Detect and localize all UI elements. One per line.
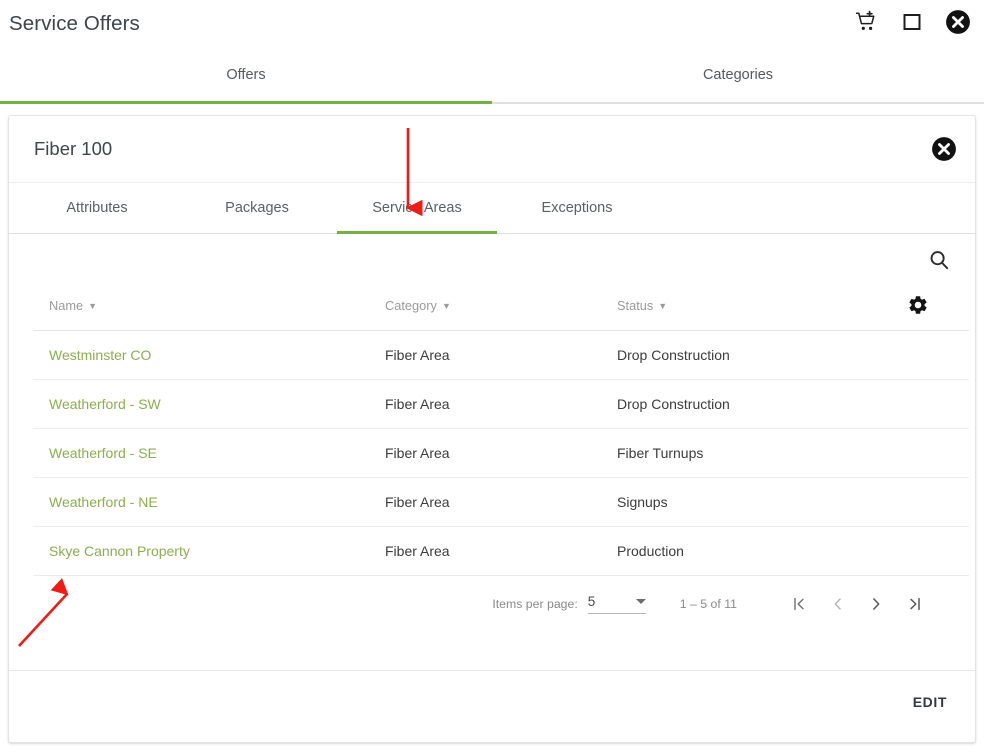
column-header-status[interactable]: Status ▼ bbox=[617, 294, 907, 331]
cell-status: Signups bbox=[617, 477, 907, 527]
next-page-button[interactable] bbox=[857, 585, 895, 623]
cell-actions bbox=[907, 379, 969, 429]
service-areas-table: Name ▼ Category ▼ Status ▼ Westminster C… bbox=[33, 294, 969, 576]
table-row[interactable]: Skye Cannon Property Fiber Area Producti… bbox=[33, 526, 969, 576]
subtab-service-areas-label: Service Areas bbox=[372, 200, 462, 216]
card-subtabs: Attributes Packages Service Areas Except… bbox=[9, 182, 975, 234]
table-head: Name ▼ Category ▼ Status ▼ bbox=[33, 294, 969, 331]
edit-button[interactable]: EDIT bbox=[903, 686, 957, 718]
items-per-page-select[interactable]: 5 bbox=[587, 594, 646, 614]
table-row[interactable]: Weatherford - SE Fiber Area Fiber Turnup… bbox=[33, 428, 969, 478]
table-row[interactable]: Weatherford - NE Fiber Area Signups bbox=[33, 477, 969, 527]
cell-category: Fiber Area bbox=[385, 330, 617, 380]
subtab-service-areas[interactable]: Service Areas bbox=[337, 183, 497, 234]
subtab-packages[interactable]: Packages bbox=[177, 183, 337, 233]
service-offer-card: Fiber 100 Attributes Packages Service Ar… bbox=[8, 115, 976, 743]
cell-category: Fiber Area bbox=[385, 379, 617, 429]
column-header-name[interactable]: Name ▼ bbox=[33, 294, 385, 331]
tab-categories[interactable]: Categories bbox=[492, 48, 984, 102]
table-header-row: Name ▼ Category ▼ Status ▼ bbox=[33, 294, 969, 331]
subtab-attributes-label: Attributes bbox=[66, 200, 128, 216]
card-header: Fiber 100 bbox=[9, 116, 975, 182]
service-area-link[interactable]: Weatherford - NE bbox=[49, 494, 158, 510]
items-per-page-value: 5 bbox=[587, 594, 596, 609]
cell-actions bbox=[907, 477, 969, 527]
cell-category: Fiber Area bbox=[385, 477, 617, 527]
table-row[interactable]: Weatherford - SW Fiber Area Drop Constru… bbox=[33, 379, 969, 429]
column-header-category[interactable]: Category ▼ bbox=[385, 294, 617, 331]
service-area-link[interactable]: Weatherford - SW bbox=[49, 396, 161, 412]
card-footer: EDIT bbox=[9, 670, 975, 732]
cell-category: Fiber Area bbox=[385, 428, 617, 478]
search-icon[interactable] bbox=[927, 248, 951, 272]
cell-actions bbox=[907, 330, 969, 380]
cell-status: Fiber Turnups bbox=[617, 428, 907, 478]
subtab-packages-label: Packages bbox=[225, 200, 289, 216]
sort-descending-icon: ▼ bbox=[88, 300, 98, 311]
table-toolbar bbox=[33, 234, 951, 294]
window-controls bbox=[852, 8, 972, 36]
gear-icon[interactable] bbox=[907, 294, 929, 316]
first-page-button[interactable] bbox=[781, 585, 819, 623]
cell-status: Drop Construction bbox=[617, 330, 907, 380]
cell-status: Production bbox=[617, 526, 907, 576]
table-row[interactable]: Westminster CO Fiber Area Drop Construct… bbox=[33, 330, 969, 380]
table-body: Westminster CO Fiber Area Drop Construct… bbox=[33, 330, 969, 576]
service-area-link[interactable]: Westminster CO bbox=[49, 347, 151, 363]
service-area-link[interactable]: Skye Cannon Property bbox=[49, 543, 190, 559]
service-area-link[interactable]: Weatherford - SE bbox=[49, 445, 157, 461]
subtab-exceptions-label: Exceptions bbox=[541, 200, 613, 216]
cell-actions bbox=[907, 526, 969, 576]
page-range-label: 1 – 5 of 11 bbox=[679, 597, 737, 611]
cell-status: Drop Construction bbox=[617, 379, 907, 429]
chevron-down-icon bbox=[635, 599, 646, 604]
column-header-status-label: Status bbox=[617, 297, 654, 313]
close-window-icon[interactable] bbox=[944, 8, 972, 36]
subtab-exceptions[interactable]: Exceptions bbox=[497, 183, 657, 233]
tab-offers[interactable]: Offers bbox=[0, 48, 492, 104]
items-per-page-label: Items per page: bbox=[492, 597, 578, 611]
previous-page-button[interactable] bbox=[819, 585, 857, 623]
sort-descending-icon: ▼ bbox=[441, 300, 451, 311]
maximize-window-icon[interactable] bbox=[898, 8, 926, 36]
cell-category: Fiber Area bbox=[385, 526, 617, 576]
app-header: Service Offers bbox=[0, 0, 984, 48]
column-header-name-label: Name bbox=[49, 297, 84, 313]
tab-offers-label: Offers bbox=[226, 67, 266, 83]
close-card-icon[interactable] bbox=[931, 136, 957, 162]
page-title: Service Offers bbox=[9, 11, 140, 35]
column-header-category-label: Category bbox=[385, 297, 437, 313]
tab-categories-label: Categories bbox=[702, 67, 774, 83]
table-paginator: Items per page: 5 1 – 5 of 11 bbox=[33, 576, 951, 632]
card-title: Fiber 100 bbox=[34, 138, 113, 159]
last-page-button[interactable] bbox=[895, 585, 933, 623]
column-header-settings bbox=[907, 294, 969, 331]
service-areas-panel: Name ▼ Category ▼ Status ▼ Westminster C… bbox=[9, 234, 975, 670]
sort-descending-icon: ▼ bbox=[658, 300, 668, 311]
cell-actions bbox=[907, 428, 969, 478]
primary-tabs: Offers Categories bbox=[0, 48, 984, 104]
add-shopping-cart-icon[interactable] bbox=[852, 8, 880, 36]
subtab-attributes[interactable]: Attributes bbox=[17, 183, 177, 233]
